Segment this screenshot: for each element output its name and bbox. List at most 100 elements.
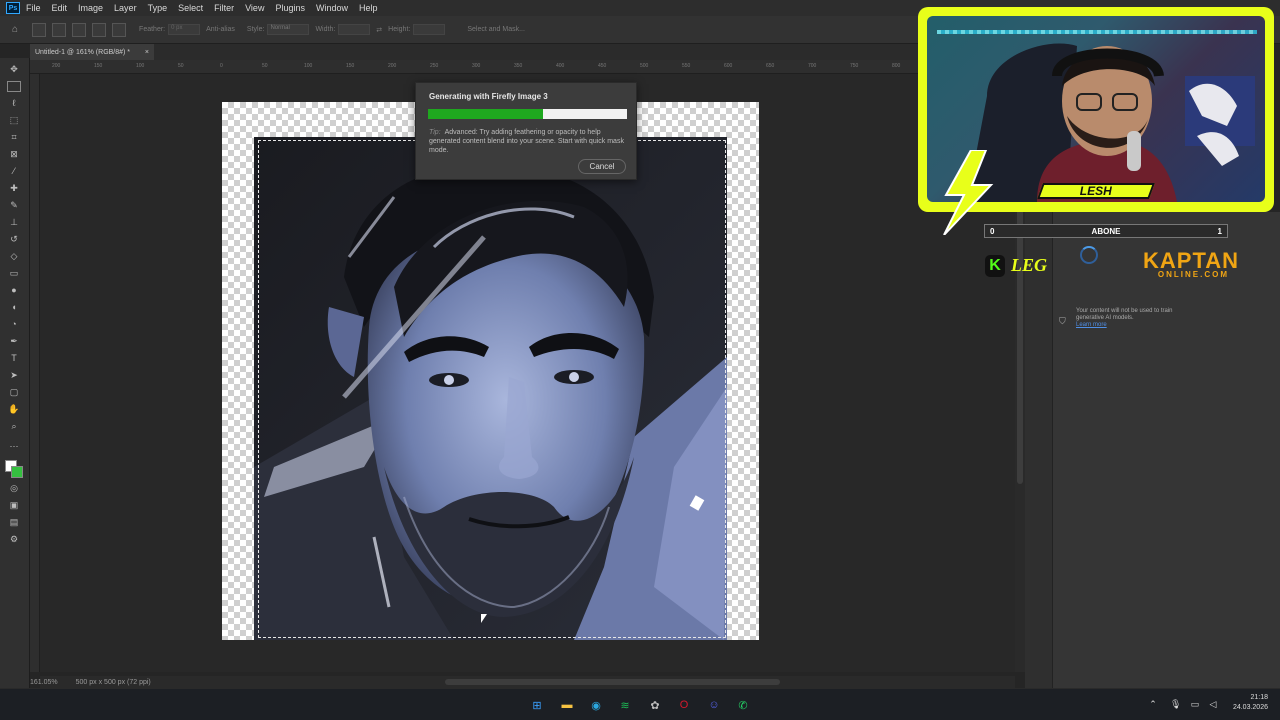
background-color-swatch[interactable] <box>11 466 23 478</box>
healing-tool-icon[interactable]: ✚ <box>7 183 21 194</box>
menu-filter[interactable]: Filter <box>214 3 234 13</box>
windows-taskbar: ⊞ ▬ ◉ ≋ ✿ O ☺ ✆ ⌃ 🎙 ▭ ◁ 21:18 24.03.2026 <box>0 688 1280 720</box>
menu-plugins[interactable]: Plugins <box>275 3 305 13</box>
learn-more-link[interactable]: Learn more <box>1076 322 1196 329</box>
zoom-tool-icon[interactable]: ⌕ <box>7 421 21 432</box>
windows-start-icon[interactable]: ⊞ <box>528 696 546 714</box>
menu-layer[interactable]: Layer <box>114 3 137 13</box>
menu-view[interactable]: View <box>245 3 264 13</box>
rectangle-tool-icon[interactable]: ▢ <box>7 387 21 398</box>
leg-logo: LEG <box>1011 255 1047 275</box>
subtract-selection-icon[interactable] <box>92 22 107 37</box>
height-input[interactable] <box>413 24 446 35</box>
ruler-tick-label: 150 <box>94 63 103 69</box>
cancel-button[interactable]: Cancel <box>578 159 626 174</box>
lasso-tool-icon[interactable]: ℓ <box>7 98 21 109</box>
crop-tool-icon[interactable]: ⌗ <box>7 132 21 143</box>
home-icon[interactable]: ⌂ <box>12 24 18 35</box>
monitor-icon[interactable]: ▭ <box>1190 699 1200 709</box>
gradient-tool-icon[interactable]: ▭ <box>7 268 21 279</box>
menu-edit[interactable]: Edit <box>52 3 68 13</box>
ruler-tick-label: 100 <box>136 63 145 69</box>
style-select[interactable]: Normal <box>267 24 310 35</box>
ruler-tick-label: 750 <box>850 63 859 69</box>
swap-icon[interactable]: ⇄ <box>376 26 382 34</box>
edit-toolbar-icon[interactable]: ⚙ <box>7 534 21 545</box>
progress-bar <box>428 109 627 119</box>
ruler-tick-label: 700 <box>808 63 817 69</box>
frame-tool-icon[interactable]: ⊠ <box>7 149 21 160</box>
microphone-icon[interactable]: 🎙 <box>1170 699 1181 709</box>
hand-tool-icon[interactable]: ✋ <box>7 404 21 415</box>
streamer-name-tag: LESH <box>1037 183 1155 199</box>
sponsor-logo: KAPTAN ONLINE.COM <box>1143 250 1238 286</box>
system-clock[interactable]: 21:18 24.03.2026 <box>1233 693 1268 713</box>
menu-file[interactable]: File <box>26 3 41 13</box>
tools-panel: ✥ ℓ ⬚ ⌗ ⊠ ⁄ ✚ ✎ ⊥ ↺ ◇ ▭ ● ◖ ◔ ✒ T ➤ ▢ ✋ … <box>0 58 30 688</box>
artboard-icon[interactable]: ▤ <box>7 517 21 528</box>
ruler-tick-label: 100 <box>304 63 313 69</box>
eyedropper-tool-icon[interactable]: ⁄ <box>7 166 21 177</box>
feather-input[interactable]: 0 px <box>168 24 201 35</box>
brush-tool-icon[interactable]: ✎ <box>7 200 21 211</box>
ruler-tick-label: 800 <box>892 63 901 69</box>
dodge-tool-icon-2[interactable]: ◔ <box>7 319 21 330</box>
rect-marquee-tool-icon[interactable] <box>7 81 21 92</box>
width-input[interactable] <box>338 24 371 35</box>
quick-mask-icon[interactable]: ◎ <box>7 483 21 494</box>
edge-browser-icon[interactable]: ◉ <box>587 696 605 714</box>
horizontal-ruler: 200 150 100 50 0 50 100 150 200 250 300 350 400 450 50… <box>30 60 920 74</box>
add-selection-icon[interactable] <box>72 22 87 37</box>
discord-icon[interactable]: ☺ <box>705 696 723 714</box>
menu-help[interactable]: Help <box>359 3 378 13</box>
sub-label: ABONE <box>1091 226 1121 236</box>
chevron-up-icon[interactable]: ⌃ <box>1148 699 1158 709</box>
privacy-text: Your content will not be used to train g… <box>1076 308 1173 321</box>
menu-type[interactable]: Type <box>148 3 168 13</box>
select-and-mask-button[interactable]: Select and Mask... <box>467 26 525 33</box>
subscriber-goal-bar: 0 ABONE 1 <box>984 224 1228 238</box>
object-select-tool-icon[interactable]: ⬚ <box>7 115 21 126</box>
opera-icon[interactable]: O <box>675 696 693 714</box>
blur-tool-icon[interactable]: ● <box>7 285 21 296</box>
ruler-tick-label: 400 <box>556 63 565 69</box>
path-select-tool-icon[interactable]: ➤ <box>7 370 21 381</box>
speaker-icon[interactable]: ◁ <box>1208 699 1218 709</box>
menu-select[interactable]: Select <box>178 3 203 13</box>
ruler-tick-label: 600 <box>724 63 733 69</box>
stamp-tool-icon[interactable]: ⊥ <box>7 217 21 228</box>
pen-tool-icon[interactable]: ✒ <box>7 336 21 347</box>
antialias-checkbox[interactable]: Anti-alias <box>206 26 235 33</box>
history-brush-icon[interactable]: ↺ <box>7 234 21 245</box>
ruler-tick-label: 50 <box>178 63 184 69</box>
tab-bar <box>30 44 920 60</box>
ruler-tick-label: 550 <box>682 63 691 69</box>
eraser-tool-icon[interactable]: ◇ <box>7 251 21 262</box>
status-bar: 161.05% 500 px x 500 px (72 ppi) <box>30 676 230 688</box>
document-tab[interactable]: Untitled-1 @ 161% (RGB/8#) * × <box>30 44 154 60</box>
photoshop-logo: Ps <box>6 2 20 14</box>
more-tools-icon[interactable]: ⋯ <box>7 441 21 452</box>
chatgpt-icon[interactable]: ✿ <box>646 696 664 714</box>
whatsapp-icon[interactable]: ✆ <box>734 696 752 714</box>
move-tool-icon[interactable]: ✥ <box>7 64 21 75</box>
type-tool-icon[interactable]: T <box>7 353 21 364</box>
ruler-tick-label: 150 <box>346 63 355 69</box>
horizontal-scroll-thumb[interactable] <box>445 679 780 685</box>
new-selection-icon[interactable] <box>52 22 67 37</box>
screen-mode-icon[interactable]: ▣ <box>7 500 21 511</box>
menu-window[interactable]: Window <box>316 3 348 13</box>
menu-image[interactable]: Image <box>78 3 103 13</box>
zoom-level[interactable]: 161.05% <box>30 679 58 686</box>
intersect-selection-icon[interactable] <box>112 22 127 37</box>
spotify-icon[interactable]: ≋ <box>616 696 634 714</box>
dodge-tool-icon[interactable]: ◖ <box>7 302 21 313</box>
ruler-tick-label: 0 <box>220 63 223 69</box>
ruler-tick-label: 650 <box>766 63 775 69</box>
sub-current: 0 <box>990 226 995 236</box>
height-label: Height: <box>388 26 411 33</box>
marquee-tool-icon[interactable] <box>32 22 47 37</box>
file-explorer-icon[interactable]: ▬ <box>558 696 576 714</box>
close-tab-icon[interactable]: × <box>145 49 149 56</box>
ruler-tick-label: 350 <box>514 63 523 69</box>
